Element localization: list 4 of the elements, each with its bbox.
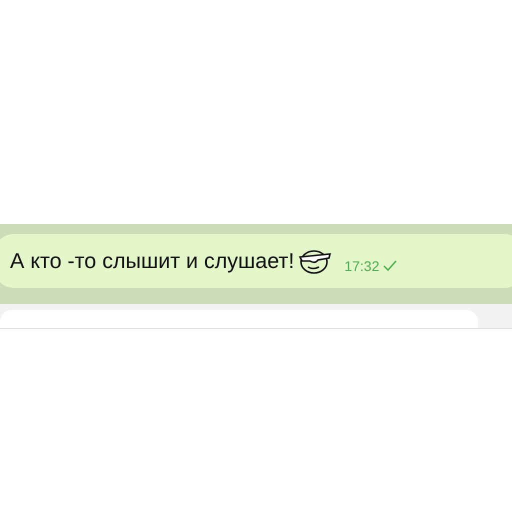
message-text: А кто -то слышит и слушает!	[10, 248, 294, 274]
sunglasses-face-icon	[298, 248, 332, 274]
message-input-field[interactable]	[0, 310, 478, 328]
message-time: 17:32	[344, 258, 380, 274]
